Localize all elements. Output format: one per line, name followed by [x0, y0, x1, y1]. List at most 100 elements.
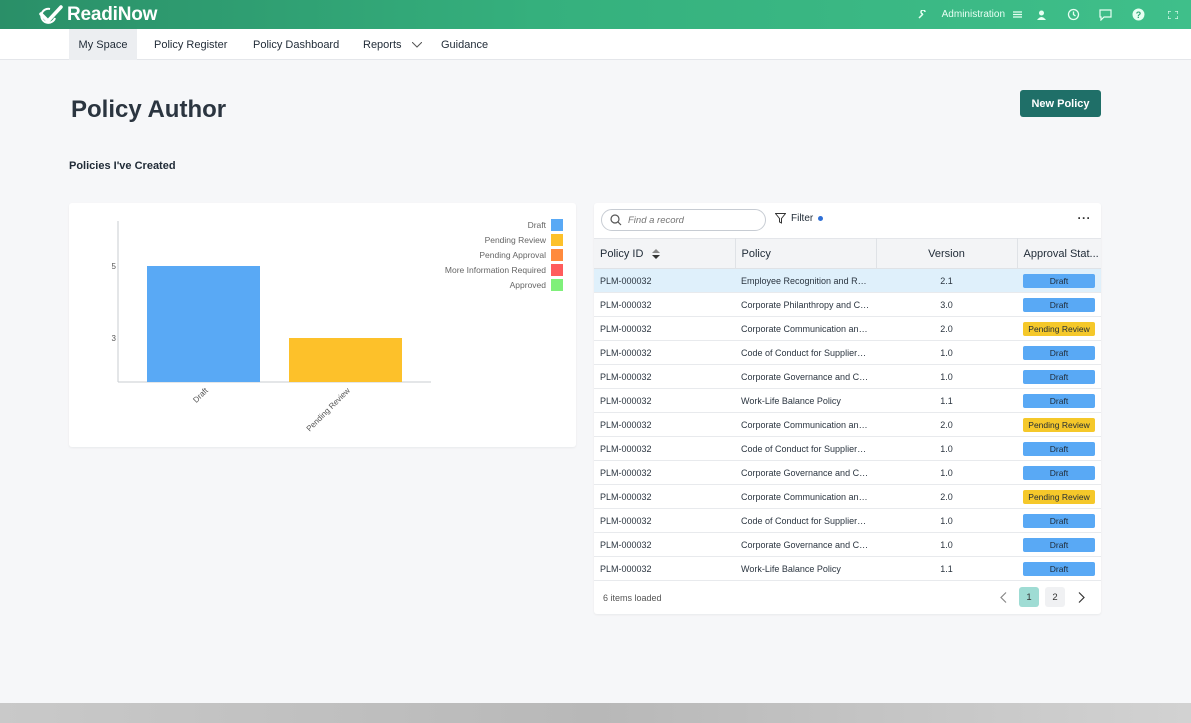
items-loaded-text: 6 items loaded — [603, 593, 662, 603]
policies-table-card: Filter ··· Policy ID Policy Version Appr… — [594, 203, 1101, 614]
administration-menu[interactable]: Administration — [938, 0, 1009, 29]
fullscreen-icon[interactable] — [1155, 0, 1191, 29]
app-logo[interactable]: ReadiNow — [38, 3, 157, 26]
cell-approval-status: Draft — [1017, 436, 1101, 461]
cell-policy: Code of Conduct for Suppliers ... — [735, 508, 876, 533]
cell-version: 1.0 — [876, 340, 1017, 365]
legend-swatch — [551, 264, 563, 276]
cell-version: 3.0 — [876, 292, 1017, 317]
next-page-icon[interactable] — [1071, 587, 1091, 607]
nav-guidance[interactable]: Guidance — [441, 29, 488, 60]
bottom-strip — [0, 703, 1191, 723]
cell-policy: Corporate Communication and... — [735, 412, 876, 437]
cell-policy: Employee Recognition and Re... — [735, 268, 876, 293]
cell-policy-id: PLM-000032 — [594, 316, 735, 341]
status-badge: Draft — [1023, 441, 1095, 456]
cell-version: 2.0 — [876, 484, 1017, 509]
status-badge: Draft — [1023, 537, 1095, 552]
column-header-policy-id[interactable]: Policy ID — [594, 238, 736, 269]
search-input[interactable] — [628, 214, 748, 226]
cell-policy-id: PLM-000032 — [594, 388, 735, 413]
more-options-icon[interactable]: ··· — [1078, 211, 1092, 225]
status-badge: Draft — [1023, 369, 1095, 384]
table-row[interactable]: PLM-000032 Code of Conduct for Suppliers … — [594, 340, 1101, 365]
user-icon[interactable] — [1025, 0, 1057, 29]
legend-swatch — [551, 219, 563, 231]
page-button-1[interactable]: 1 — [1019, 587, 1039, 607]
section-title: Policies I've Created — [69, 160, 176, 172]
cell-version: 2.0 — [876, 316, 1017, 341]
x-tick-label: Draft — [191, 386, 210, 405]
cell-approval-status: Draft — [1017, 460, 1101, 485]
cell-policy: Code of Conduct for Suppliers ... — [735, 436, 876, 461]
legend-swatch — [551, 279, 563, 291]
cell-policy: Code of Conduct for Suppliers ... — [735, 340, 876, 365]
cell-version: 1.1 — [876, 388, 1017, 413]
table-row[interactable]: PLM-000032 Corporate Communication and...… — [594, 484, 1101, 509]
pagination: 1 2 — [993, 587, 1091, 607]
table-row[interactable]: PLM-000032 Code of Conduct for Suppliers … — [594, 508, 1101, 533]
status-badge: Draft — [1023, 513, 1095, 528]
cell-policy-id: PLM-000032 — [594, 364, 735, 389]
table-row[interactable]: PLM-000032 Employee Recognition and Re...… — [594, 268, 1101, 293]
table-row[interactable]: PLM-000032 Corporate Communication and...… — [594, 412, 1101, 437]
cell-policy-id: PLM-000032 — [594, 412, 735, 437]
cell-version: 1.0 — [876, 364, 1017, 389]
table-row[interactable]: PLM-000032 Corporate Communication and...… — [594, 316, 1101, 341]
cell-approval-status: Draft — [1017, 268, 1101, 293]
table-row[interactable]: PLM-000032 Corporate Governance and Co...… — [594, 532, 1101, 557]
cell-version: 1.0 — [876, 532, 1017, 557]
new-policy-button[interactable]: New Policy — [1020, 90, 1101, 117]
filter-button[interactable]: Filter — [775, 213, 824, 224]
table-row[interactable]: PLM-000032 Work-Life Balance Policy 1.1 Dra… — [594, 556, 1101, 581]
legend-swatch — [551, 234, 563, 246]
status-badge: Draft — [1023, 393, 1095, 408]
nav-reports[interactable]: Reports — [363, 29, 422, 60]
cell-approval-status: Draft — [1017, 292, 1101, 317]
cell-policy: Corporate Governance and Co... — [735, 460, 876, 485]
nav-my-space[interactable]: My Space — [69, 29, 137, 60]
nav-policy-register[interactable]: Policy Register — [154, 29, 227, 60]
search-box[interactable] — [601, 209, 766, 231]
column-header-version[interactable]: Version — [876, 238, 1018, 269]
help-icon[interactable]: ? — [1121, 0, 1155, 29]
nav-bar: My Space Policy Register Policy Dashboar… — [0, 29, 1191, 60]
wrench-icon[interactable] — [910, 0, 934, 29]
status-badge: Draft — [1023, 465, 1095, 480]
table-row[interactable]: PLM-000032 Corporate Governance and Co...… — [594, 460, 1101, 485]
table-row[interactable]: PLM-000032 Code of Conduct for Suppliers … — [594, 436, 1101, 461]
table-header-row: Policy ID Policy Version Approval Stat..… — [594, 238, 1101, 269]
nav-policy-dashboard[interactable]: Policy Dashboard — [253, 29, 339, 60]
cell-approval-status: Draft — [1017, 556, 1101, 581]
cell-approval-status: Draft — [1017, 364, 1101, 389]
status-badge: Pending Review — [1023, 489, 1095, 504]
legend-label: Pending Review — [485, 235, 547, 245]
cell-policy-id: PLM-000032 — [594, 484, 735, 509]
table-row[interactable]: PLM-000032 Corporate Governance and Co...… — [594, 364, 1101, 389]
cell-policy-id: PLM-000032 — [594, 508, 735, 533]
history-icon[interactable] — [1057, 0, 1089, 29]
previous-page-icon[interactable] — [993, 587, 1013, 607]
chat-icon[interactable] — [1089, 0, 1121, 29]
cell-approval-status: Pending Review — [1017, 484, 1101, 509]
chevron-down-icon — [411, 41, 422, 48]
bar-pending-review — [289, 338, 402, 382]
cell-approval-status: Draft — [1017, 388, 1101, 413]
svg-text:?: ? — [1135, 10, 1141, 20]
cell-policy: Work-Life Balance Policy — [735, 388, 876, 413]
y-tick-label: 5 — [112, 262, 117, 271]
table-row[interactable]: PLM-000032 Work-Life Balance Policy 1.1 Dra… — [594, 388, 1101, 413]
page-button-2[interactable]: 2 — [1045, 587, 1065, 607]
sort-icon — [652, 248, 661, 259]
column-header-policy[interactable]: Policy — [735, 238, 877, 269]
filter-active-dot — [818, 216, 824, 221]
cell-policy-id: PLM-000032 — [594, 292, 735, 317]
table-row[interactable]: PLM-000032 Corporate Philanthropy and Co.… — [594, 292, 1101, 317]
cell-policy-id: PLM-000032 — [594, 556, 735, 581]
menu-icon[interactable] — [1009, 0, 1025, 29]
column-header-policy-id-label: Policy ID — [600, 247, 644, 260]
cell-version: 1.1 — [876, 556, 1017, 581]
column-header-approval-status[interactable]: Approval Stat... — [1017, 238, 1101, 269]
policies-bar-chart: 3 5 Draft Pending Review Draft Pending Review… — [112, 219, 563, 433]
cell-policy-id: PLM-000032 — [594, 460, 735, 485]
